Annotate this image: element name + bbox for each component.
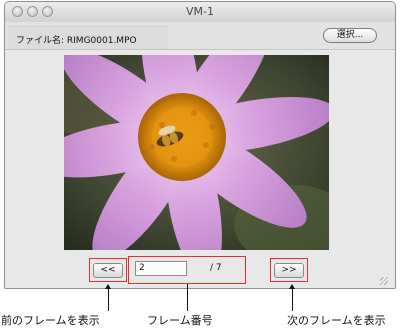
file-bar: ファイル名: RIMG0001.MPO 選択...: [5, 22, 395, 50]
title-bar: VM-1: [5, 2, 395, 23]
prev-caption: 前のフレームを表示: [1, 314, 100, 327]
frame-total-label: / 7: [210, 263, 222, 273]
frame-number-field[interactable]: 2: [135, 261, 187, 276]
prev-frame-button[interactable]: <<: [93, 263, 123, 278]
frame-image: [64, 55, 329, 250]
select-file-button[interactable]: 選択...: [323, 28, 377, 43]
next-caption: 次のフレームを表示: [287, 314, 386, 327]
prev-pointer-line: [108, 289, 109, 311]
frame-caption: フレーム番号: [147, 314, 213, 327]
file-name-panel: ファイル名: RIMG0001.MPO: [8, 26, 168, 49]
next-pointer-line: [292, 289, 293, 311]
next-frame-button[interactable]: >>: [274, 263, 304, 278]
frame-pointer-line: [187, 284, 188, 311]
resize-grip-icon[interactable]: [380, 277, 388, 285]
window-title: VM-1: [186, 5, 214, 18]
file-name-label: ファイル名: RIMG0001.MPO: [16, 36, 137, 46]
cosmos-flower-with-bee-photo: [64, 55, 329, 250]
